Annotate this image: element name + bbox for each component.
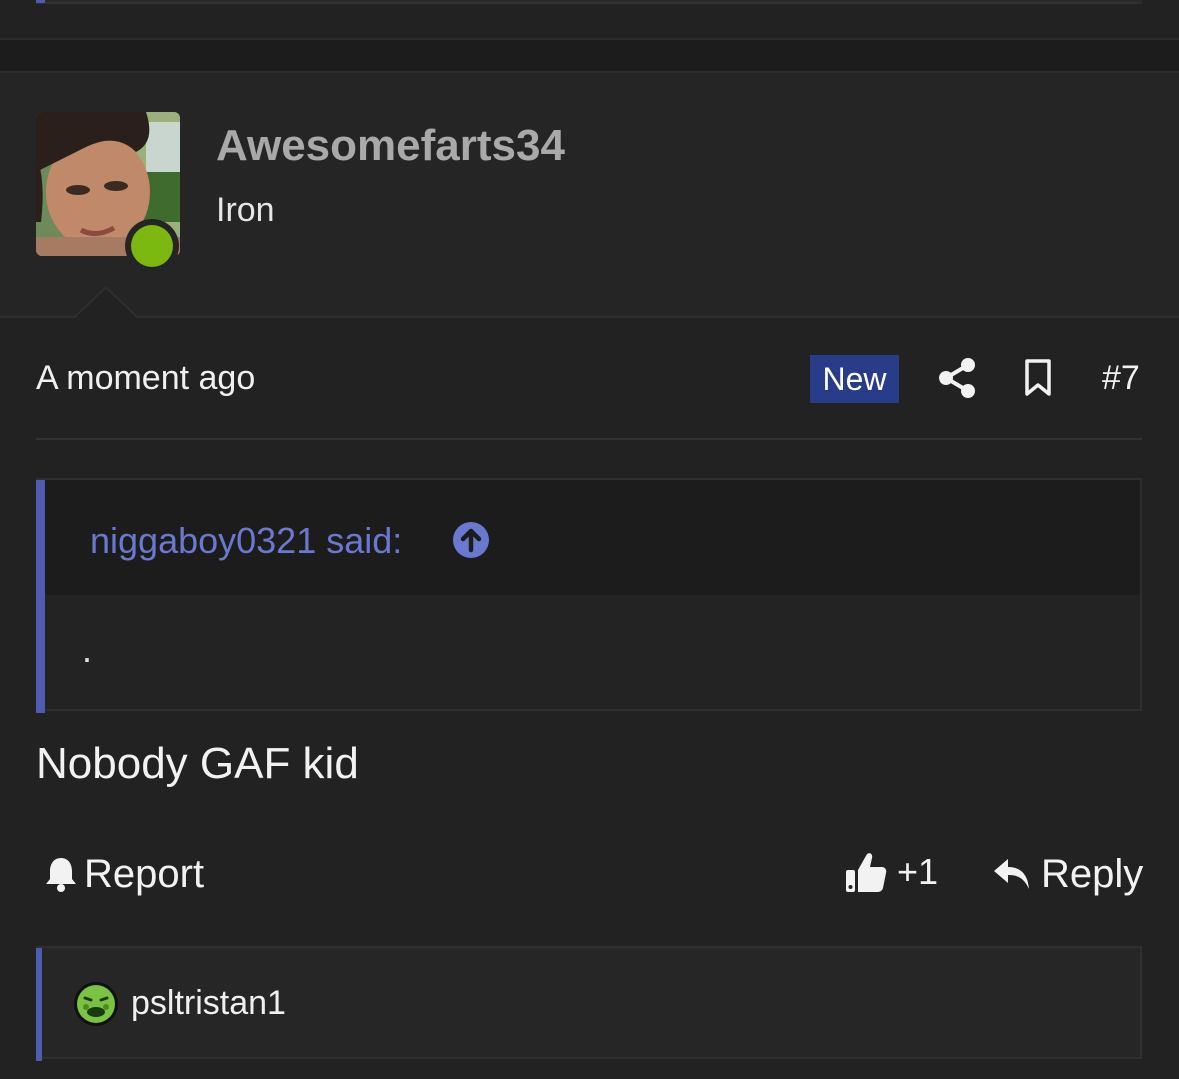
reactions-bar: psltristan1 <box>36 946 1142 1061</box>
report-label: Report <box>84 851 205 896</box>
reply-button[interactable]: Reply <box>993 851 1143 897</box>
reply-label: Reply <box>1041 851 1144 896</box>
bookmark-icon[interactable] <box>1024 359 1052 397</box>
report-button[interactable]: Report <box>44 851 204 897</box>
reaction-count: +1 <box>897 851 939 892</box>
post-gap <box>0 40 1179 71</box>
arrow-up-circle-icon[interactable] <box>452 521 490 559</box>
meta-divider <box>36 438 1142 440</box>
nauseated-face-icon[interactable] <box>72 980 120 1028</box>
quote-author[interactable]: niggaboy0321 said: <box>90 520 402 562</box>
reply-icon <box>994 859 1029 889</box>
post-time[interactable]: A moment ago <box>36 359 255 398</box>
reaction-username[interactable]: psltristan1 <box>131 984 286 1023</box>
thumbs-up-icon <box>846 853 887 892</box>
quote-text: . <box>82 629 93 670</box>
post-number[interactable]: #7 <box>1102 359 1140 398</box>
previous-post-bottom <box>0 0 1179 38</box>
previous-quote-edge <box>36 0 1142 4</box>
like-button[interactable]: +1 <box>845 849 938 895</box>
quote-header: niggaboy0321 said: <box>45 480 1140 595</box>
new-badge: New <box>810 355 899 403</box>
post: Awesomefarts34 Iron A moment ago New #7 … <box>0 71 1179 1079</box>
post-user-header: Awesomefarts34 Iron <box>0 73 1179 319</box>
previous-quote-bar <box>36 0 45 3</box>
post-username[interactable]: Awesomefarts34 <box>216 121 565 171</box>
bell-icon <box>46 858 76 892</box>
share-icon[interactable] <box>938 357 976 399</box>
quote-accent-bar <box>36 480 45 713</box>
quote-body: . <box>45 595 1140 709</box>
online-status-indicator <box>125 219 179 273</box>
user-title: Iron <box>216 191 275 229</box>
header-caret <box>72 286 140 319</box>
post-message: Nobody GAF kid <box>36 739 359 788</box>
reactions-accent-bar <box>36 948 42 1061</box>
quote-block: niggaboy0321 said: . <box>36 478 1142 713</box>
